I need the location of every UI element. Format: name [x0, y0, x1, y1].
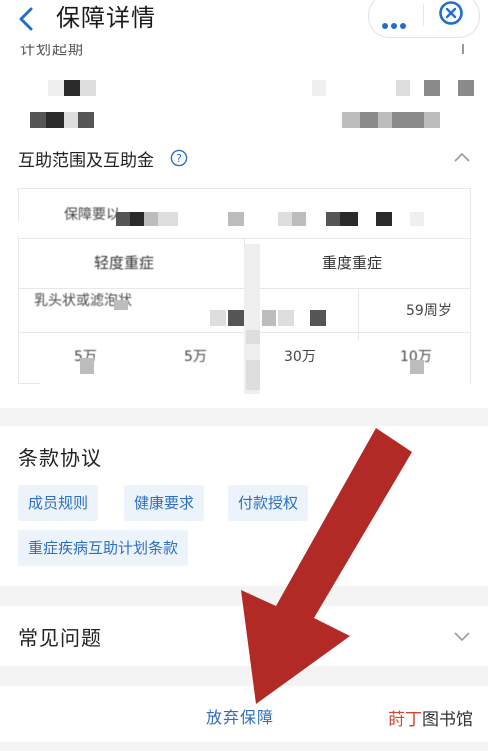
cut-off-mark [462, 44, 464, 54]
table-cell-age: 59周岁 [406, 303, 452, 319]
table-cell: 30万 [284, 349, 316, 365]
page-title: 保障详情 [56, 4, 156, 32]
tag-critical-illness-terms[interactable]: 重症疾病互助计划条款 [18, 530, 189, 566]
close-circle-icon[interactable] [438, 0, 464, 26]
section-gap [0, 408, 488, 426]
nav-header: 保障详情 [0, 0, 488, 40]
tag-payment-authorization[interactable]: 付款授权 [228, 485, 309, 521]
tag-member-rules[interactable]: 成员规则 [18, 485, 99, 521]
bottom-edge [0, 742, 488, 751]
section-gap [0, 586, 488, 606]
terms-section-title: 条款协议 [18, 446, 102, 470]
redaction-whiteout [358, 340, 398, 382]
table-col-severe: 重度重症 [322, 254, 383, 272]
watermark: 莳丁图书馆 [388, 705, 473, 730]
table-cell: 5万 [184, 349, 207, 365]
more-dots-icon[interactable] [382, 14, 412, 29]
chevron-up-icon[interactable] [452, 150, 472, 164]
tag-health-requirements[interactable]: 健康要求 [124, 485, 205, 521]
range-section-title: 互助范围及互助金 [18, 151, 154, 171]
chevron-down-icon[interactable] [452, 629, 472, 643]
plan-start-label: 计划起期 [20, 40, 85, 58]
help-circle-icon[interactable]: ? [170, 149, 188, 167]
svg-text:?: ? [176, 152, 182, 165]
capsule-divider [423, 4, 424, 26]
abandon-coverage-link[interactable]: 放弃保障 [206, 704, 274, 728]
watermark-part1: 莳丁 [388, 710, 422, 730]
watermark-part2: 图书馆 [422, 710, 473, 730]
table-row-label: 保障要以 [64, 207, 120, 223]
back-chevron-icon[interactable] [14, 6, 38, 32]
redaction-whiteout [150, 336, 174, 382]
section-gap [0, 666, 488, 686]
table-col-mild: 轻度重症 [94, 254, 155, 272]
faq-section-title[interactable]: 常见问题 [18, 622, 102, 651]
